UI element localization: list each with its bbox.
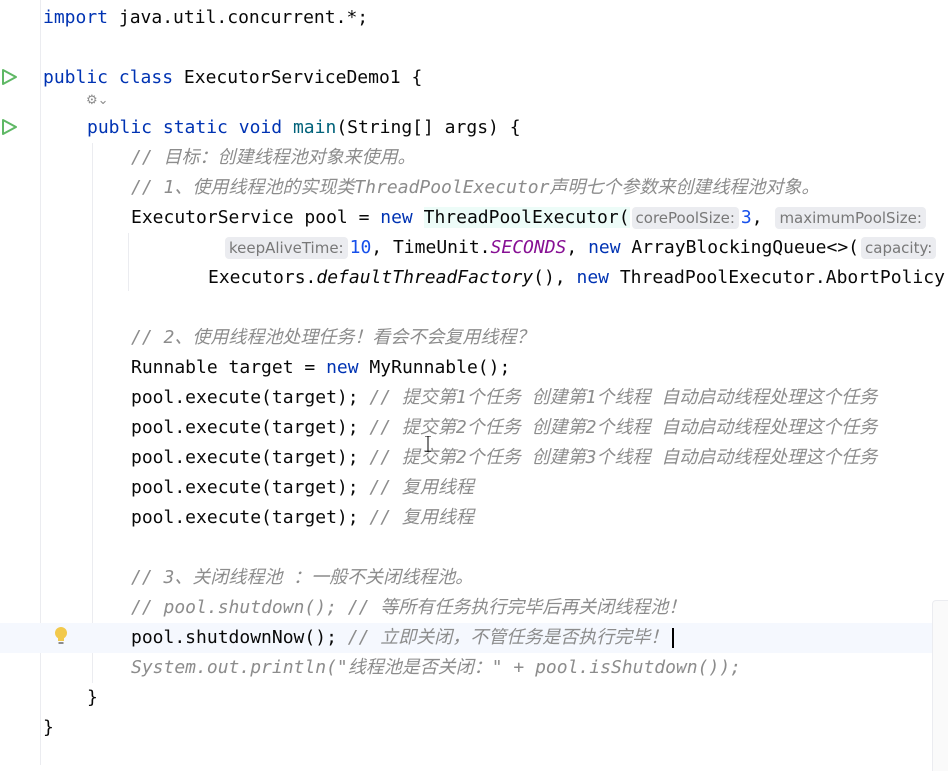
side-panel-edge[interactable] <box>932 600 948 771</box>
code-line-10[interactable]: Executors.defaultThreadFactory(), new Th… <box>208 263 948 293</box>
code-line-1[interactable]: import java.util.concurrent.*; <box>43 3 948 33</box>
code-line-17[interactable]: pool.execute(target); // 复用线程 <box>131 473 948 503</box>
code-line-16[interactable]: pool.execute(target); // 提交第2个任务 创建第3个线程… <box>131 443 948 473</box>
comment-line: // pool.shutdown(); // 等所有任务执行完毕后再关闭线程池！ <box>131 597 687 618</box>
comment-line: // 3、关闭线程池 ：一般不关闭线程池。 <box>131 567 474 588</box>
code-line-9[interactable]: keepAliveTime: 10, TimeUnit.SECONDS, new … <box>223 233 948 263</box>
code-line-3[interactable]: public class ExecutorServiceDemo1 { <box>43 63 948 93</box>
generate-icon[interactable]: ⚙⌄ <box>86 93 109 108</box>
code-line-18[interactable]: pool.execute(target); // 复用线程 <box>131 503 948 533</box>
current-line[interactable]: pool.shutdownNow(); // 立即关闭，不管任务是否执行完毕！ <box>0 623 948 653</box>
code-line-8[interactable]: ExecutorService pool = new ThreadPoolExe… <box>131 203 948 233</box>
param-hint: capacity: <box>861 237 937 259</box>
lightbulb-icon[interactable] <box>52 626 70 646</box>
run-class-icon[interactable] <box>0 68 18 86</box>
param-hint: corePoolSize: <box>631 207 739 229</box>
run-main-icon[interactable] <box>0 118 18 136</box>
indent-guide <box>128 233 129 291</box>
comment-line: // 1、使用线程池的实现类ThreadPoolExecutor声明七个参数来创… <box>131 177 820 198</box>
code-line-14[interactable]: pool.execute(target); // 提交第1个任务 创建第1个线程… <box>131 383 948 413</box>
comment-line: // 2、使用线程池处理任务！看会不会复用线程？ <box>131 327 535 348</box>
code-line-5[interactable]: public static void main(String[] args) { <box>87 113 948 143</box>
code-line-15[interactable]: pool.execute(target); // 提交第2个任务 创建第2个线程… <box>131 413 948 443</box>
comment-line: System.out.println("线程池是否关闭：" + pool.isS… <box>131 657 741 678</box>
param-hint: maximumPoolSize: <box>775 207 926 229</box>
comment-line: // 目标：创建线程池对象来使用。 <box>131 147 416 168</box>
code-line-13[interactable]: Runnable target = new MyRunnable(); <box>131 353 948 383</box>
closing-brace: } <box>87 687 98 708</box>
mouse-cursor-icon <box>425 436 431 452</box>
param-hint: keepAliveTime: <box>225 237 348 259</box>
closing-brace: } <box>43 717 54 738</box>
indent-guide <box>92 143 93 683</box>
text-caret <box>672 628 675 648</box>
